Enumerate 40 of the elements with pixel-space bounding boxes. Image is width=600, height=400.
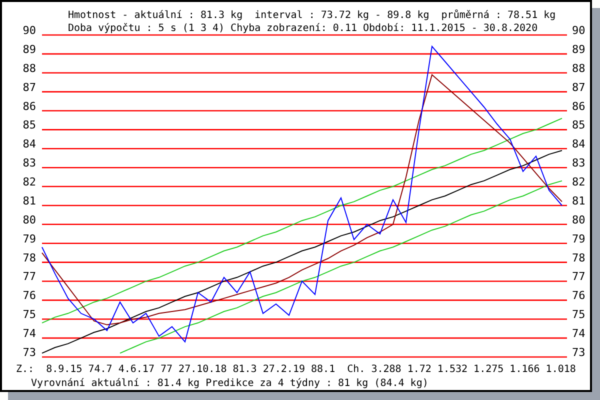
axis-label: 90 — [572, 24, 586, 37]
axis-label: 77 — [572, 270, 586, 284]
summary-text: Hmotnost - aktuální : 81.3 kg interval : 73.72 kg - 89.8 kg průměrná : 78.51 kg — [68, 10, 556, 21]
axis-label: 88 — [22, 62, 36, 75]
axis-label: 75 — [22, 308, 36, 322]
axis-label: 87 — [22, 80, 36, 94]
axis-label: 81 — [22, 194, 36, 208]
axis-label: 83 — [22, 156, 36, 170]
axis-label: 76 — [572, 289, 586, 302]
axis-label: 77 — [22, 270, 36, 284]
axis-label: 74 — [22, 327, 36, 340]
axis-label: 84 — [572, 138, 586, 151]
axis-label: 79 — [22, 232, 36, 246]
axis-label: 78 — [22, 251, 36, 264]
axis-label: 73 — [572, 346, 586, 359]
axis-label: 90 — [22, 24, 36, 37]
axis-label: 78 — [572, 251, 586, 264]
axis-label: 81 — [572, 194, 586, 208]
details-text: Doba výpočtu : 5 s (1 3 4) Chyba zobrazení: 0.11 Období: 11.1.2015 - 30.8.2020 — [68, 23, 538, 34]
extremes-text: Z.: 8.9.15 74.7 4.6.17 77 27.10.18 81.3 27.2.19 88.1 Ch. 3.288 1.72 1.532 1.275 1.166 1.018 — [16, 364, 576, 375]
axis-label: 87 — [572, 80, 586, 94]
axis-label: 85 — [22, 118, 36, 132]
axis-label: 82 — [22, 176, 36, 189]
axis-label: 79 — [572, 232, 586, 246]
axis-label: 83 — [572, 156, 586, 170]
axis-label: 80 — [22, 213, 36, 226]
axis-label: 75 — [572, 308, 586, 322]
axis-label: 89 — [22, 42, 36, 56]
axis-label: 76 — [22, 289, 36, 302]
axis-label: 84 — [22, 138, 36, 151]
axis-label: 74 — [572, 327, 586, 340]
axis-label: 86 — [22, 100, 36, 113]
axis-label: 73 — [22, 346, 36, 359]
axis-label: 85 — [572, 118, 586, 132]
axis-label: 86 — [572, 100, 586, 113]
axis-label: 82 — [572, 176, 586, 189]
axis-label: 80 — [572, 213, 586, 226]
smoothing-text: Vyrovnání aktuální : 81.4 kg Predikce za 4 týdny : 81 kg (84.4 kg) — [31, 378, 428, 389]
axis-label: 89 — [572, 42, 586, 56]
axis-label: 88 — [572, 62, 586, 75]
